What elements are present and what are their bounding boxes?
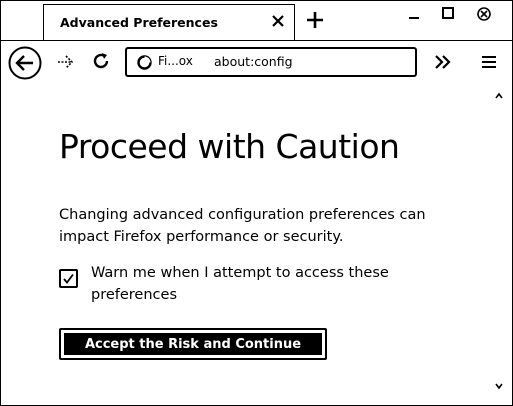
hamburger-menu-icon[interactable] [479, 53, 499, 71]
site-identity-label: Fi...ox [158, 54, 193, 68]
url-bar[interactable]: Fi...ox about:config [125, 47, 417, 77]
firefox-logo-icon [137, 55, 152, 70]
warning-description: Changing advanced configuration preferen… [59, 207, 426, 245]
maximize-icon[interactable] [437, 3, 459, 25]
back-arrow-icon[interactable] [7, 45, 43, 81]
tab-advanced-preferences[interactable]: Advanced Preferences [43, 4, 295, 41]
tab-close-icon[interactable] [270, 13, 286, 29]
tab-bar: Advanced Preferences [1, 1, 512, 41]
scroll-down-icon[interactable] [493, 381, 505, 391]
page-heading: Proceed with Caution [59, 127, 400, 166]
browser-window: Advanced Preferences Fi...ox about:confi… [0, 0, 513, 406]
warn-checkbox[interactable] [59, 269, 78, 288]
accept-risk-button-label: Accept the Risk and Continue [64, 333, 322, 355]
tab-title: Advanced Preferences [60, 15, 218, 30]
minimize-icon[interactable] [403, 10, 425, 22]
reload-icon[interactable] [91, 51, 111, 71]
url-text[interactable]: about:config [214, 54, 293, 69]
warn-checkbox-label[interactable]: Warn me when I attempt to access these p… [91, 262, 431, 306]
checkmark-icon [63, 273, 74, 284]
scroll-up-icon[interactable] [493, 91, 505, 101]
new-tab-plus-icon[interactable] [304, 9, 326, 31]
forward-arrow-icon[interactable] [55, 53, 77, 71]
window-close-icon[interactable] [473, 3, 495, 25]
double-chevron-icon[interactable] [433, 53, 453, 71]
accept-risk-button[interactable]: Accept the Risk and Continue [59, 328, 327, 360]
